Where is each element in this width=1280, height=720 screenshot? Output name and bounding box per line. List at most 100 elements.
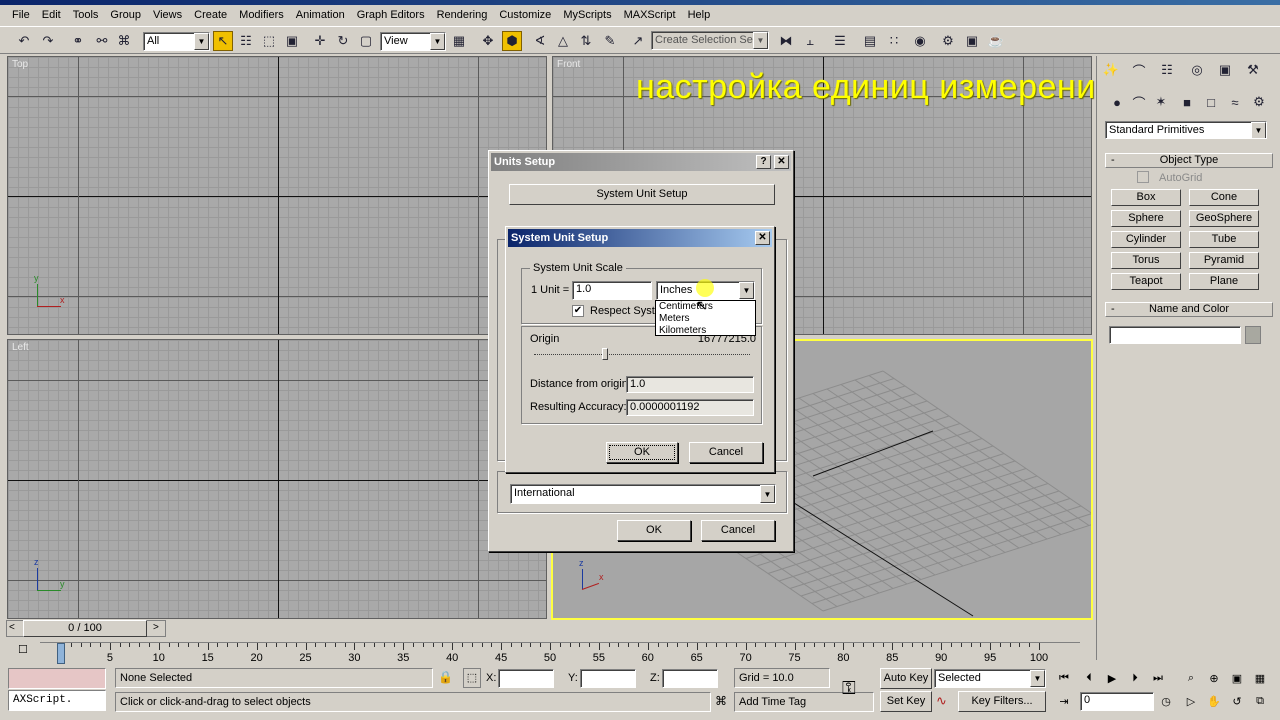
curve-editor-icon[interactable]: ▤ — [860, 31, 880, 51]
percent-snap-icon[interactable]: △ — [553, 31, 573, 51]
time-slider-thumb[interactable]: 0 / 100 — [23, 620, 147, 637]
track-bar[interactable]: 0510152025303540455055606570758085909510… — [40, 642, 1080, 664]
tube-button[interactable]: Tube — [1189, 231, 1259, 248]
previous-frame-icon[interactable]: ⏴ — [1078, 668, 1100, 688]
unit-option-kilometers[interactable]: Kilometers — [659, 325, 755, 337]
plane-button[interactable]: Plane — [1189, 273, 1259, 290]
align-icon[interactable]: ⫠ — [800, 31, 820, 51]
shapes-icon[interactable]: ⌒ — [1129, 92, 1149, 112]
autogrid-checkbox[interactable] — [1137, 171, 1149, 183]
mirror-icon[interactable]: ⧓ — [776, 31, 796, 51]
menu-create[interactable]: Create — [188, 9, 233, 21]
close-icon[interactable]: ✕ — [755, 231, 770, 245]
box-button[interactable]: Box — [1111, 189, 1181, 206]
z-coordinate-field[interactable] — [662, 669, 718, 688]
field-of-view-icon[interactable]: ▷ — [1180, 691, 1202, 711]
maximize-viewport-icon[interactable]: ⧉ — [1249, 691, 1271, 711]
systems-icon[interactable]: ⚙ — [1249, 92, 1269, 112]
menu-views[interactable]: Views — [147, 9, 188, 21]
geometry-icon[interactable]: ● — [1107, 92, 1127, 112]
close-icon[interactable]: ✕ — [774, 155, 789, 169]
time-tag-icon[interactable]: ⌘ — [712, 694, 730, 712]
system-cancel-button[interactable]: Cancel — [689, 442, 763, 463]
key-mode-dropdown[interactable]: Selected ▼ — [934, 669, 1046, 688]
menu-animation[interactable]: Animation — [290, 9, 351, 21]
rotate-icon[interactable]: ↻ — [333, 31, 353, 51]
menu-rendering[interactable]: Rendering — [431, 9, 494, 21]
selection-filter-dropdown[interactable]: All ▼ — [143, 32, 210, 51]
orbit-icon[interactable]: ↺ — [1226, 691, 1248, 711]
viewport-left[interactable]: Left z y — [7, 339, 547, 619]
reference-coordinate-dropdown[interactable]: View ▼ — [380, 32, 446, 51]
origin-slider-thumb[interactable] — [602, 348, 608, 360]
maxscript-input[interactable]: AXScript. — [8, 690, 106, 711]
space-warps-icon[interactable]: ≈ — [1225, 92, 1245, 112]
undo-icon[interactable]: ↶ — [14, 31, 34, 51]
spinner-snap-icon[interactable]: ⇅ — [576, 31, 596, 51]
edit-named-selection-icon[interactable]: ✎ — [600, 31, 620, 51]
lock-icon[interactable]: 🔒 — [438, 670, 453, 684]
unlink-icon[interactable]: ⚯ — [92, 31, 112, 51]
create-tab-icon[interactable]: ✨ — [1101, 60, 1121, 80]
object-color-swatch[interactable] — [1245, 326, 1261, 344]
layer-manager-icon[interactable]: ☰ — [830, 31, 850, 51]
menu-group[interactable]: Group — [104, 9, 147, 21]
pyramid-button[interactable]: Pyramid — [1189, 252, 1259, 269]
zoom-extents-all-icon[interactable]: ▦ — [1249, 668, 1271, 688]
go-to-start-icon[interactable]: ⏮ — [1053, 668, 1075, 688]
origin-slider-track[interactable] — [534, 354, 750, 355]
distance-field[interactable]: 1.0 — [626, 376, 754, 393]
absolute-mode-icon[interactable]: ⬚ — [463, 668, 481, 688]
help-icon[interactable]: ? — [756, 155, 771, 169]
select-object-icon[interactable]: ↖ — [213, 31, 233, 51]
hierarchy-tab-icon[interactable]: ☷ — [1157, 60, 1177, 80]
menu-file[interactable]: File — [6, 9, 36, 21]
render-setup-icon[interactable]: ⚙ — [938, 31, 958, 51]
cameras-icon[interactable]: ■ — [1177, 92, 1197, 112]
zoom-extents-icon[interactable]: ▣ — [1226, 668, 1248, 688]
motion-tab-icon[interactable]: ◎ — [1187, 60, 1207, 80]
select-by-name-icon[interactable]: ☷ — [236, 31, 256, 51]
x-coordinate-field[interactable] — [498, 669, 554, 688]
viewport-label-left[interactable]: Left — [12, 342, 29, 353]
material-editor-icon[interactable]: ◉ — [910, 31, 930, 51]
maxscript-listener-mini[interactable] — [8, 668, 106, 689]
current-frame-field[interactable]: 0 — [1080, 692, 1154, 711]
key-mode-toggle-icon[interactable]: ⇥ — [1053, 691, 1075, 711]
current-frame-marker[interactable] — [57, 643, 65, 664]
angle-snap-icon[interactable]: ∢ — [530, 31, 550, 51]
cylinder-button[interactable]: Cylinder — [1111, 231, 1181, 248]
select-link-icon[interactable]: ⚭ — [68, 31, 88, 51]
unit-value-field[interactable]: 1.0 — [572, 281, 652, 300]
named-selection-icon[interactable]: ↗ — [628, 31, 648, 51]
torus-button[interactable]: Torus — [1111, 252, 1181, 269]
move-icon[interactable]: ✛ — [310, 31, 330, 51]
geosphere-button[interactable]: GeoSphere — [1189, 210, 1259, 227]
menu-modifiers[interactable]: Modifiers — [233, 9, 290, 21]
time-slider-next-icon[interactable]: > — [153, 622, 159, 633]
viewport-label-top[interactable]: Top — [12, 59, 28, 70]
y-coordinate-field[interactable] — [580, 669, 636, 688]
time-slider[interactable]: < 0 / 100 > — [6, 620, 166, 637]
sphere-button[interactable]: Sphere — [1111, 210, 1181, 227]
scale-icon[interactable]: ▢ — [356, 31, 376, 51]
menu-graph-editors[interactable]: Graph Editors — [351, 9, 431, 21]
lights-icon[interactable]: ✶ — [1151, 92, 1171, 112]
snap-toggle-icon[interactable]: ⬢ — [502, 31, 522, 51]
zoom-icon[interactable]: ⌕ — [1180, 668, 1202, 688]
default-tangent-icon[interactable]: ∿ — [936, 693, 947, 709]
menu-edit[interactable]: Edit — [36, 9, 67, 21]
units-cancel-button[interactable]: Cancel — [701, 520, 775, 541]
time-slider-prev-icon[interactable]: < — [9, 622, 15, 633]
menu-help[interactable]: Help — [682, 9, 717, 21]
rendered-frame-window-icon[interactable]: ▣ — [962, 31, 982, 51]
zoom-all-icon[interactable]: ⊕ — [1203, 668, 1225, 688]
menu-myscripts[interactable]: MyScripts — [557, 9, 617, 21]
schematic-view-icon[interactable]: ∷ — [884, 31, 904, 51]
key-icon[interactable]: ⚿ — [842, 678, 856, 699]
helpers-icon[interactable]: □ — [1201, 92, 1221, 112]
unit-option-meters[interactable]: Meters — [659, 313, 755, 325]
menu-customize[interactable]: Customize — [493, 9, 557, 21]
name-color-rollout-header[interactable]: - Name and Color — [1105, 302, 1273, 317]
viewport-top[interactable]: Top y x — [7, 56, 547, 335]
